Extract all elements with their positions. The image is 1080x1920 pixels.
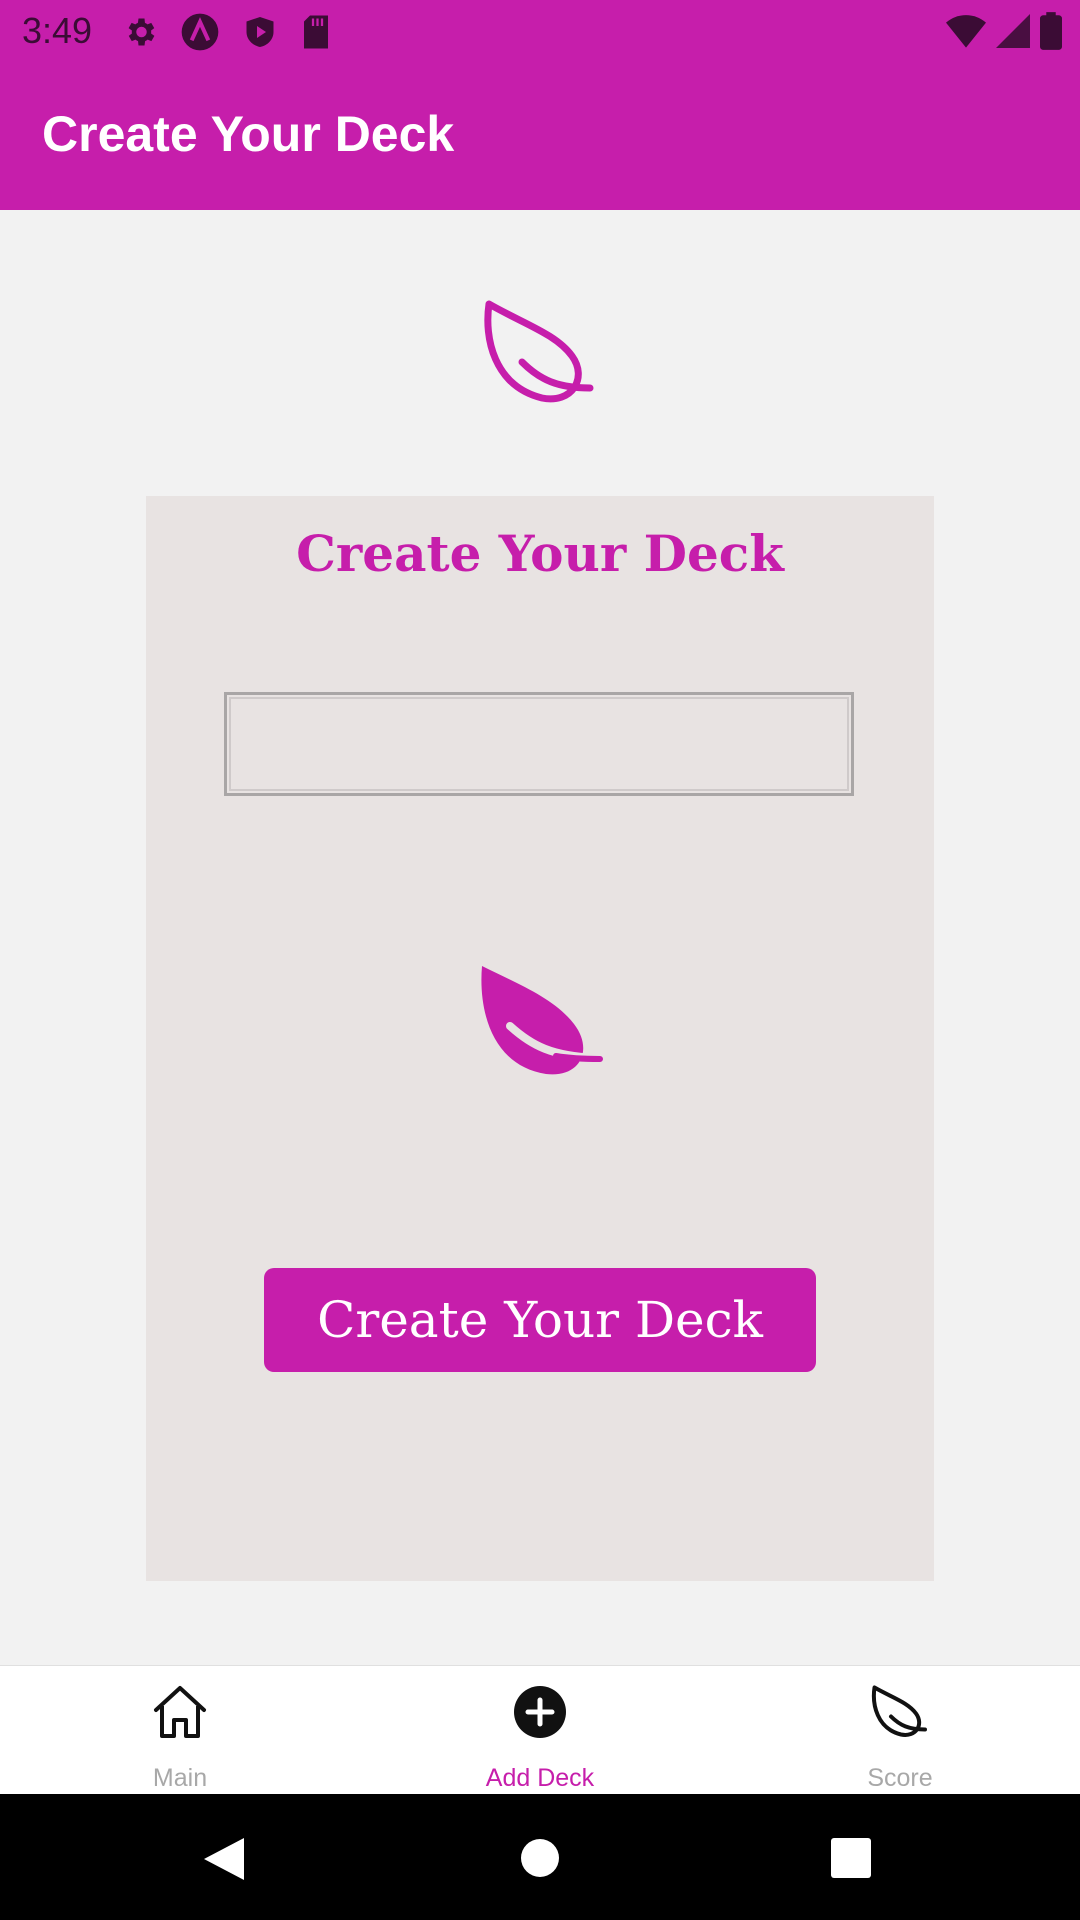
- leaf-filled-icon: [476, 964, 606, 1089]
- shield-play-icon: [242, 13, 278, 56]
- nav-item-score[interactable]: Score: [800, 1666, 1000, 1795]
- settings-icon: [122, 14, 158, 55]
- arch-icon: [180, 12, 220, 57]
- nav-label-main: Main: [152, 1764, 208, 1792]
- leaf-icon: [870, 1682, 930, 1747]
- leaf-outline-icon: [480, 298, 600, 413]
- plus-circle-icon: [510, 1682, 570, 1747]
- app-bar: Create Your Deck: [0, 63, 1080, 210]
- status-bar: 3:49: [0, 0, 1080, 63]
- wifi-icon: [946, 14, 986, 53]
- nav-label-add-deck: Add Deck: [485, 1764, 595, 1792]
- card-title: Create Your Deck: [296, 524, 784, 583]
- create-deck-button[interactable]: Create Your Deck: [264, 1268, 816, 1372]
- nav-item-main[interactable]: Main: [80, 1666, 280, 1795]
- back-icon[interactable]: [202, 1836, 246, 1887]
- create-deck-card: Create Your Deck Create Your Deck: [146, 496, 934, 1581]
- home-circle-icon[interactable]: [520, 1838, 560, 1883]
- home-icon: [150, 1682, 210, 1747]
- deck-name-input[interactable]: [224, 692, 854, 796]
- system-nav-bar: [0, 1794, 1080, 1920]
- recents-icon[interactable]: [831, 1838, 871, 1883]
- bottom-nav: Main Add Deck Score: [0, 1665, 1080, 1795]
- sd-card-icon: [300, 14, 332, 55]
- status-time: 3:49: [22, 10, 93, 51]
- cell-signal-icon: [996, 14, 1030, 53]
- nav-label-score: Score: [867, 1764, 933, 1792]
- battery-icon: [1040, 12, 1062, 55]
- app-bar-title: Create Your Deck: [42, 106, 455, 162]
- nav-item-add-deck[interactable]: Add Deck: [440, 1666, 640, 1795]
